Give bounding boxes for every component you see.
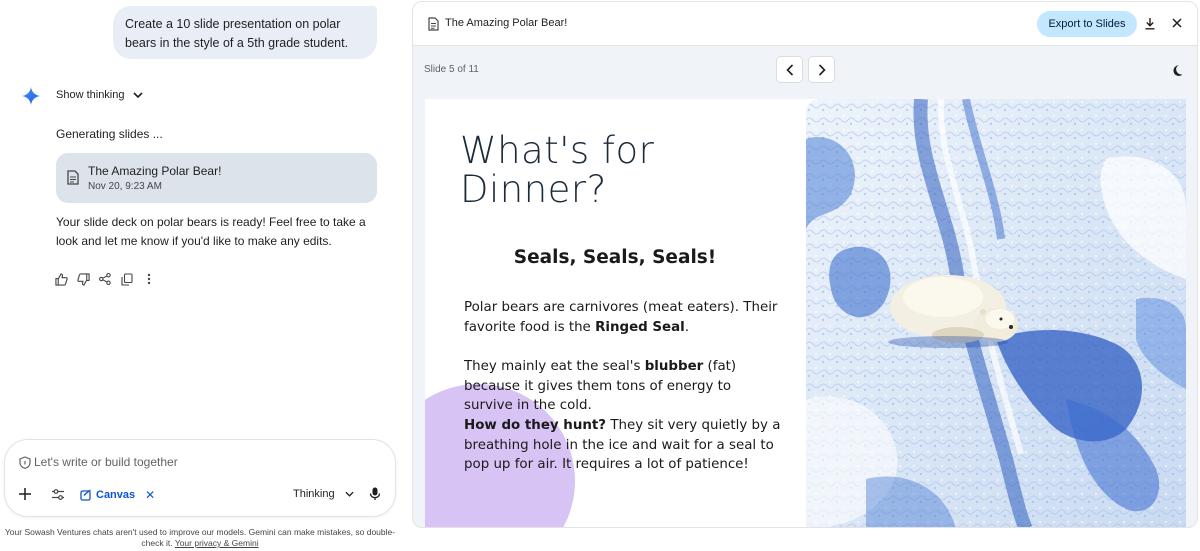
privacy-disclaimer: Your Sowash Ventures chats aren't used t… [0,527,400,549]
thumb-up-icon[interactable] [54,272,68,286]
canvas-chip[interactable]: Canvas ✕ [80,486,155,504]
doc-card-date: Nov 20, 9:23 AM [88,181,162,192]
chat-column: Create a 10 slide presentation on polar … [0,0,410,551]
slide-paragraph-hunting: How do they hunt? They sit very quietly … [464,416,782,475]
download-icon[interactable] [1144,17,1156,30]
prompt-composer: Let's write or build together Canvas ✕ T… [4,439,396,517]
canvas-panel: The Amazing Polar Bear! Export to Slides… [412,1,1198,528]
chevron-right-icon [818,63,826,76]
model-response: Your slide deck on polar bears is ready!… [56,215,366,248]
chevron-down-icon [345,491,354,497]
thumb-down-icon[interactable] [76,272,90,286]
slide-paragraph-blubber: They mainly eat the seal's blubber (fat)… [464,357,782,416]
prompt-input[interactable]: Let's write or build together [34,455,178,469]
model-mode-label: Thinking [293,488,335,500]
slides-doc-card[interactable]: The Amazing Polar Bear! Nov 20, 9:23 AM [56,153,377,203]
chevron-down-icon [132,92,143,98]
canvas-header: The Amazing Polar Bear! Export to Slides [413,2,1197,46]
share-icon[interactable] [98,272,112,286]
chevron-left-icon [785,63,793,76]
export-to-slides-button[interactable]: Export to Slides [1037,11,1137,37]
shield-icon [19,456,31,469]
document-icon [428,17,439,31]
previous-slide-button[interactable] [776,56,803,83]
canvas-title: The Amazing Polar Bear! [445,17,568,29]
slide-paragraph-diet: Polar bears are carnivores (meat eaters)… [464,298,782,337]
plus-icon[interactable] [18,487,32,501]
canvas-chip-label: Canvas [96,489,136,501]
document-icon [67,170,79,185]
dark-mode-toggle[interactable] [1163,57,1189,83]
bold-term: Ringed Seal [595,319,685,335]
slide-counter: Slide 5 of 11 [424,64,479,75]
generating-status: Generating slides ... [56,127,163,141]
canvas-icon [80,489,91,501]
polar-bear-on-ice-image [806,99,1186,527]
close-icon[interactable] [1171,17,1183,29]
copy-icon[interactable] [120,272,134,286]
microphone-icon[interactable] [369,487,381,501]
show-thinking-toggle[interactable]: Show thinking [56,89,143,101]
close-icon[interactable]: ✕ [145,488,155,502]
next-slide-button[interactable] [808,56,835,83]
show-thinking-label: Show thinking [56,89,125,101]
gemini-spark-icon [22,87,40,105]
polar-bear-photo [806,99,1186,527]
response-actions [54,272,156,286]
bold-term: blubber [644,359,704,374]
gemini-app: Create a 10 slide presentation on polar … [0,0,1200,551]
paragraph-text: . [684,319,690,335]
model-mode-select[interactable]: Thinking [293,488,354,500]
paragraph-text: They mainly eat the seal's [464,359,645,374]
more-vert-icon[interactable] [142,272,156,286]
bold-term: How do they hunt? [464,418,607,433]
tools-icon[interactable] [51,488,65,501]
slide-5: What's for Dinner? Seals, Seals, Seals! … [425,99,1186,527]
user-prompt-bubble: Create a 10 slide presentation on polar … [113,6,377,59]
slide-heading: What's for Dinner? [460,129,655,211]
doc-card-title: The Amazing Polar Bear! [88,164,222,178]
privacy-link[interactable]: Your privacy & Gemini [175,538,259,548]
moon-icon [1173,64,1182,76]
slide-subheading: Seals, Seals, Seals! [513,247,717,268]
